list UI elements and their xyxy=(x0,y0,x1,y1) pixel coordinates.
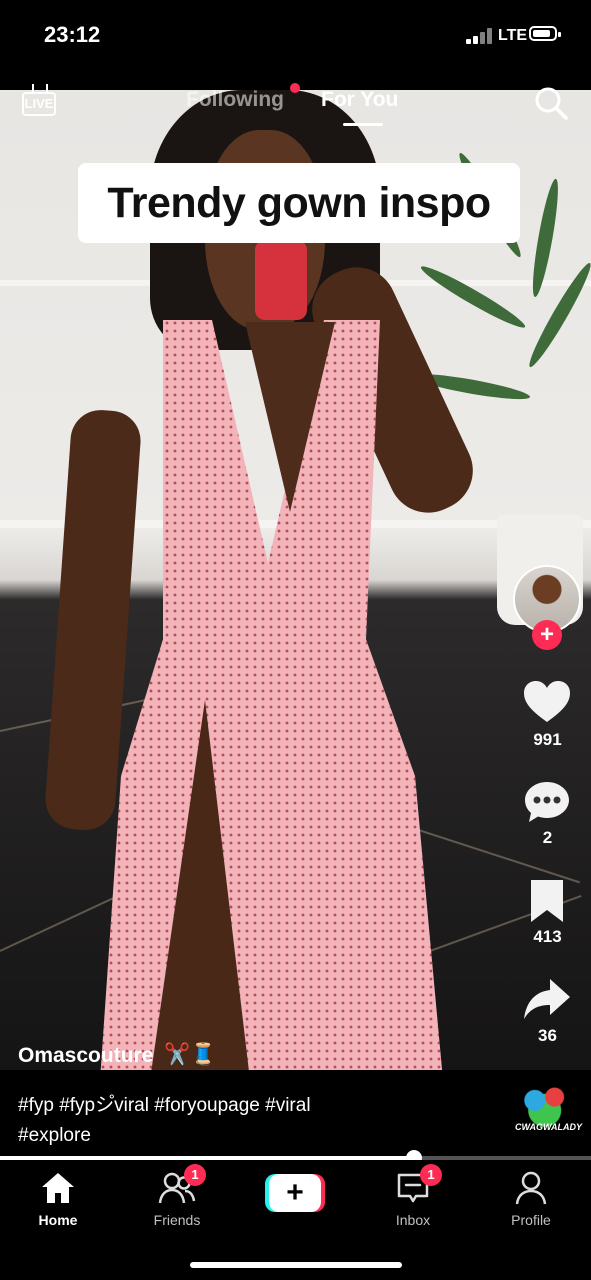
plant-leaf xyxy=(417,260,529,334)
heart-icon[interactable] xyxy=(522,678,572,728)
status-bar: 23:12 LTE xyxy=(0,0,591,90)
friends-badge: 1 xyxy=(184,1164,206,1186)
active-tab-indicator xyxy=(343,123,383,126)
nav-profile[interactable]: Profile xyxy=(481,1170,581,1228)
live-label: LIVE xyxy=(22,92,56,116)
description-line: #explore xyxy=(18,1125,91,1146)
nav-label: Profile xyxy=(511,1212,551,1228)
phone xyxy=(255,240,307,320)
tab-for-you[interactable]: For You xyxy=(321,88,398,112)
music-label: CWAGWALADY xyxy=(515,1122,582,1132)
create-button[interactable]: + xyxy=(265,1174,325,1212)
follow-plus-icon[interactable]: + xyxy=(532,620,562,650)
bookmark-icon[interactable] xyxy=(522,876,572,926)
description-line: #fyp #fypシ゚viral #foryoupage #viral xyxy=(18,1095,311,1116)
nav-inbox[interactable]: 1 Inbox xyxy=(363,1164,463,1228)
nav-label: Inbox xyxy=(395,1212,431,1228)
inbox-icon: 1 xyxy=(394,1164,442,1206)
nav-label: Friends xyxy=(153,1212,201,1228)
new-content-dot xyxy=(290,83,300,93)
nav-home[interactable]: Home xyxy=(8,1170,108,1228)
music-disc[interactable]: CWAGWALADY xyxy=(515,1074,582,1140)
search-icon[interactable] xyxy=(534,86,568,120)
friends-icon: 1 xyxy=(158,1164,206,1206)
author-name[interactable]: Omascouture xyxy=(18,1044,153,1068)
save-count: 413 xyxy=(533,927,562,946)
home-icon xyxy=(42,1173,74,1203)
plus-icon: + xyxy=(269,1174,321,1212)
battery-icon xyxy=(529,26,561,41)
status-time: 23:12 xyxy=(44,22,101,47)
tab-following[interactable]: Following xyxy=(186,88,284,112)
home-indicator[interactable] xyxy=(190,1262,402,1268)
live-icon[interactable]: LIVE xyxy=(22,84,58,118)
nav-label: Home xyxy=(38,1212,78,1228)
profile-icon xyxy=(515,1171,547,1205)
like-count: 991 xyxy=(533,730,562,749)
post-description[interactable]: #fyp #fypシ゚viral #foryoupage #viral #exp… xyxy=(18,1091,458,1151)
share-count: 36 xyxy=(538,1026,557,1045)
inbox-badge: 1 xyxy=(420,1164,442,1186)
nav-friends[interactable]: 1 Friends xyxy=(127,1164,227,1228)
floor-vein xyxy=(0,890,128,952)
network-type: LTE xyxy=(498,27,528,44)
video-text-overlay: Trendy gown inspo xyxy=(78,163,520,243)
signal-icon xyxy=(466,28,494,44)
share-icon[interactable] xyxy=(522,975,572,1025)
author-emoji: ✂️🧵 xyxy=(164,1043,217,1066)
comment-count: 2 xyxy=(542,828,553,847)
comment-icon[interactable] xyxy=(522,778,572,828)
